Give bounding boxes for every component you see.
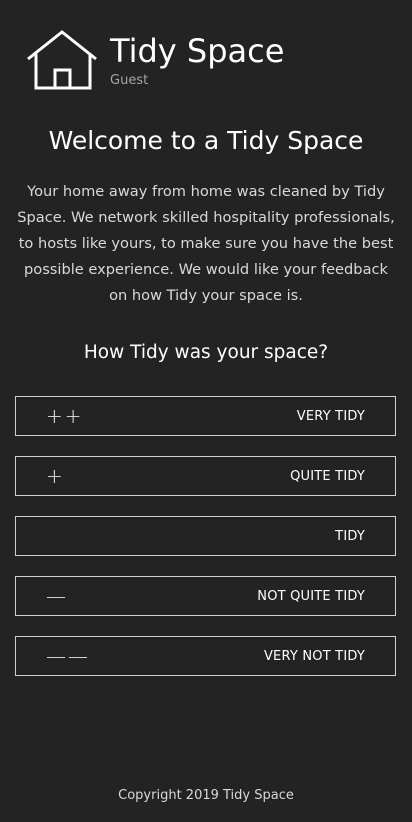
intro-text: Your home away from home was cleaned by …	[17, 183, 395, 304]
rating-question: How Tidy was your space?	[83, 342, 329, 363]
option-label: TIDY	[335, 528, 365, 544]
option-label: VERY TIDY	[296, 408, 365, 424]
copyright-footer: Copyright 2019 Tidy Space	[118, 788, 294, 803]
page-title: Welcome to a Tidy Space	[48, 126, 364, 155]
option-quite-tidy[interactable]: + QUITE TIDY	[15, 456, 396, 496]
option-very-not-tidy[interactable]: —— VERY NOT TIDY	[15, 636, 396, 676]
option-not-quite-tidy[interactable]: — NOT QUITE TIDY	[15, 576, 396, 616]
brand-block: Tidy Space Guest	[110, 31, 284, 89]
option-label: QUITE TIDY	[290, 468, 365, 484]
plus-icon: +	[46, 464, 65, 488]
double-minus-icon: ——	[46, 644, 90, 668]
brand-name: Tidy Space	[110, 32, 285, 70]
minus-icon: —	[46, 584, 68, 608]
user-role: Guest	[110, 73, 149, 88]
option-label: NOT QUITE TIDY	[257, 588, 365, 604]
option-very-tidy[interactable]: ++ VERY TIDY	[15, 396, 396, 436]
app-header: Tidy Space Guest	[26, 30, 284, 94]
double-plus-icon: ++	[46, 404, 84, 428]
option-label: VERY NOT TIDY	[263, 648, 365, 664]
house-icon	[27, 30, 97, 90]
rating-options: ++ VERY TIDY + QUITE TIDY TIDY — NOT QUI…	[15, 396, 396, 696]
option-tidy[interactable]: TIDY	[15, 516, 396, 556]
